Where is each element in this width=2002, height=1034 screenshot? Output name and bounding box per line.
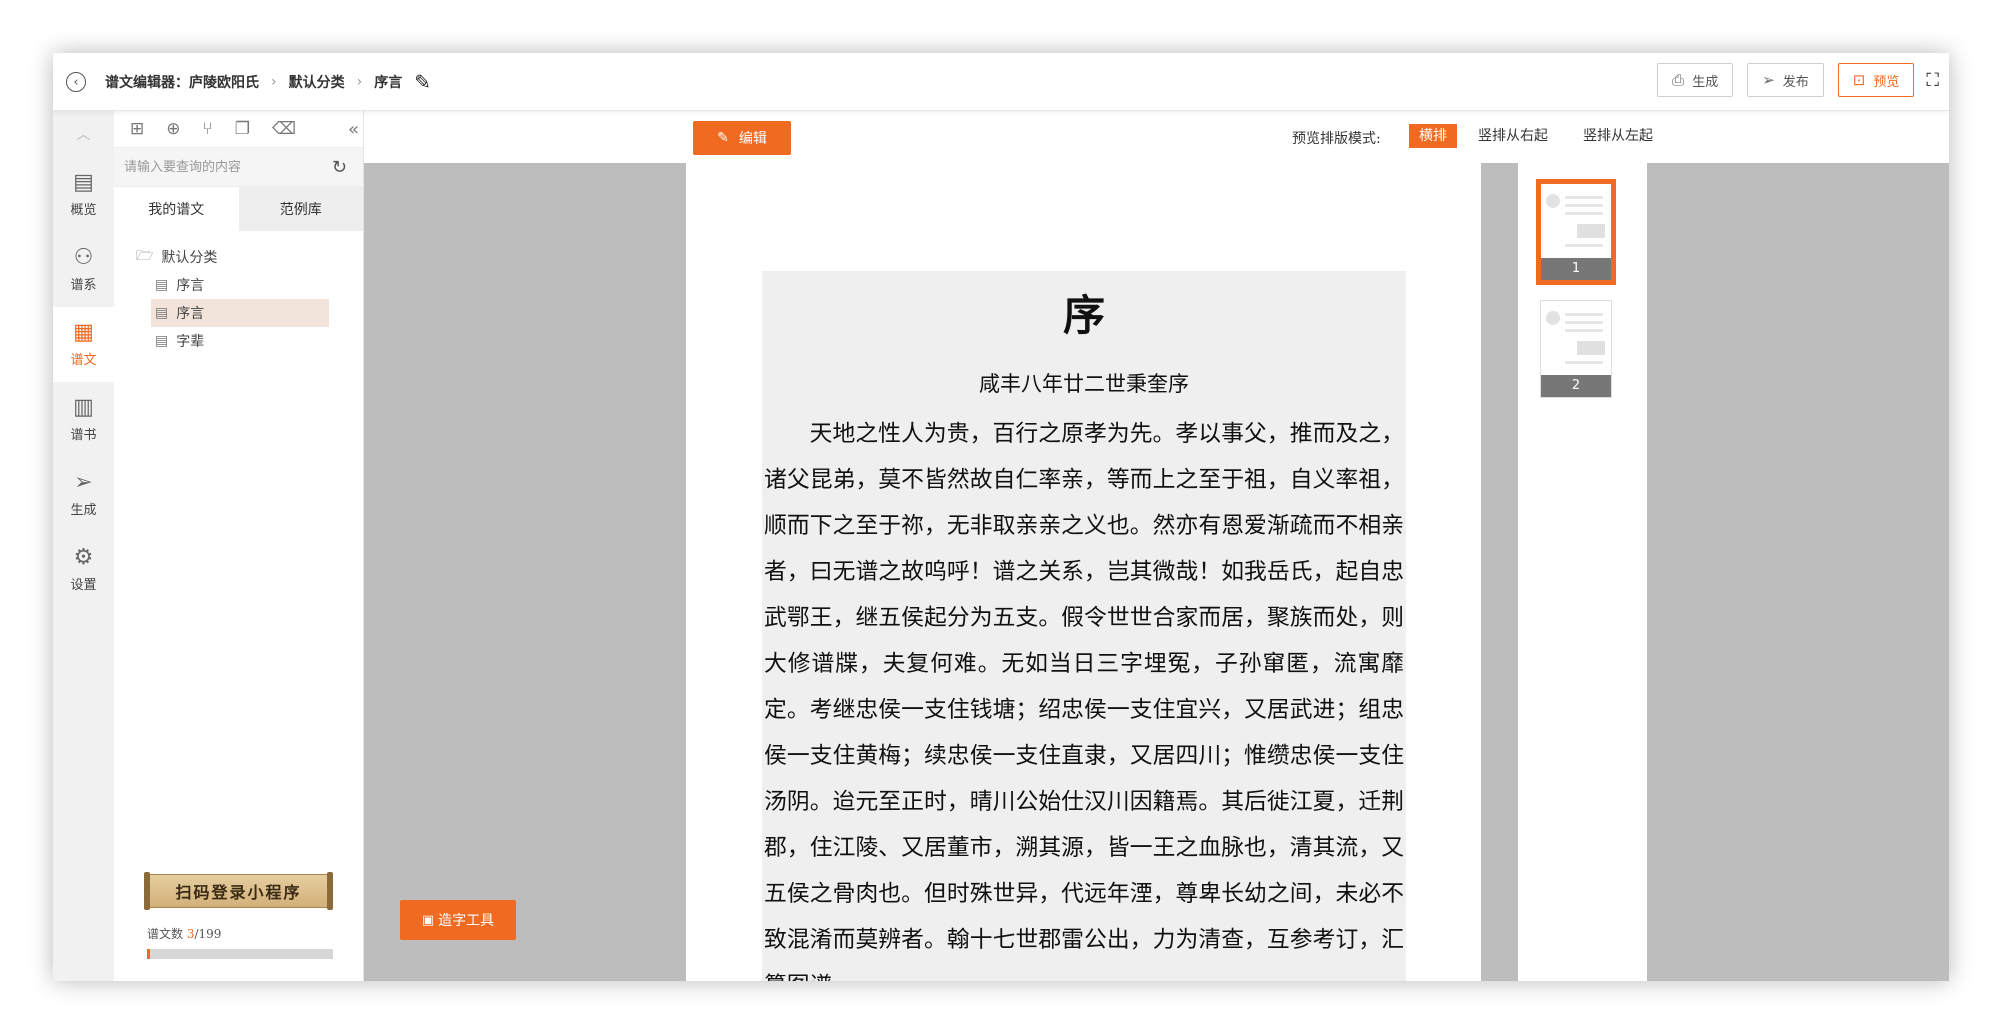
tab-examples[interactable]: 范例库 xyxy=(238,187,363,231)
search-input[interactable] xyxy=(114,148,332,186)
thumb-line xyxy=(1565,212,1603,215)
page-thumbnail[interactable]: 2 xyxy=(1540,300,1612,398)
move-icon[interactable]: ⑂ xyxy=(203,119,213,139)
page-number: 2 xyxy=(1541,375,1611,397)
edit-button[interactable]: ✎ 编辑 xyxy=(693,121,791,155)
document-body: 天地之性人为贵，百行之原孝为先。孝以事父，推而及之，诸父昆弟，莫不皆然故自仁率亲… xyxy=(764,421,1404,981)
generate-button[interactable]: ⎙ 生成 xyxy=(1657,63,1734,97)
file-icon: ▤ xyxy=(155,333,169,349)
back-icon[interactable]: ‹ xyxy=(66,72,86,92)
file-tabs: 我的谱文 范例库 xyxy=(114,187,363,231)
mode-vertical-left[interactable]: 竖排从左起 xyxy=(1573,124,1663,148)
folder-open-icon: 🗁 xyxy=(136,248,154,264)
trash-icon[interactable]: ⌫ xyxy=(272,119,296,139)
tree-file[interactable]: ▤ 字辈 xyxy=(114,327,363,355)
thumb-line xyxy=(1565,204,1603,207)
send-icon: ➢ xyxy=(1762,71,1775,89)
page-thumbnail[interactable]: 1 xyxy=(1536,179,1616,285)
thumb-line xyxy=(1565,321,1603,324)
tab-my-texts[interactable]: 我的谱文 xyxy=(114,187,239,231)
breadcrumb-editor[interactable]: 谱文编辑器：庐陵欧阳氏 xyxy=(105,72,259,92)
fullscreen-icon[interactable]: ⛶ xyxy=(1926,70,1939,91)
preview-icon: ⊡ xyxy=(1852,71,1866,89)
nav-item-generate[interactable]: ➢ 生成 xyxy=(53,457,114,532)
left-nav: ︿ ▤ 概览 ⚇ 谱系 ▦ 谱文 ▥ 谱书 ➢ 生成 ⚙ 设置 xyxy=(53,111,114,981)
tree-icon: ⚇ xyxy=(73,245,94,270)
copy-icon[interactable]: ❐ xyxy=(235,119,250,139)
file-tree: 🗁 默认分类 ▤ 序言 ▤ 序言 ✎ ▤ 字辈 xyxy=(114,231,389,355)
thumb-avatar xyxy=(1546,194,1560,208)
thumb-line xyxy=(1565,244,1603,247)
tree-file[interactable]: ▤ 序言 xyxy=(114,271,363,299)
file-panel: ⊞ ⊕ ⑂ ❐ ⌫ « ↻ 我的谱文 范例库 🗁 默认分类 ▤ 序言 ▤ xyxy=(114,111,389,981)
nav-item-overview[interactable]: ▤ 概览 xyxy=(53,157,114,232)
thumb-avatar xyxy=(1546,311,1560,325)
tool-icon: ▣ xyxy=(421,912,435,928)
collapse-panel-icon[interactable]: « xyxy=(348,119,359,140)
file-icon: ▤ xyxy=(155,305,169,321)
char-creator-button[interactable]: ▣ 造字工具 xyxy=(400,900,516,940)
chevron-up-icon[interactable]: ︿ xyxy=(53,111,114,157)
nav-item-texts[interactable]: ▦ 谱文 xyxy=(53,307,114,382)
mode-horizontal[interactable]: 横排 xyxy=(1409,124,1457,148)
document-subtitle: 咸丰八年廿二世秉奎序 xyxy=(979,372,1189,396)
file-toolbar: ⊞ ⊕ ⑂ ❐ ⌫ « xyxy=(114,111,363,147)
new-file-icon[interactable]: ⊕ xyxy=(166,119,180,139)
chevron-right-icon: › xyxy=(356,74,363,90)
file-icon: ▤ xyxy=(155,277,169,293)
document-title: 序 xyxy=(1062,291,1105,340)
chevron-right-icon: › xyxy=(271,74,277,90)
document-content: 序 咸丰八年廿二世秉奎序 天地之性人为贵，百行之原孝为先。孝以事父，推而及之，诸… xyxy=(762,271,1406,981)
main-area: ✎ 编辑 预览排版模式: 横排 竖排从右起 竖排从左起 序 咸丰八年廿二世秉奎序… xyxy=(364,111,1949,981)
thumb-line xyxy=(1565,329,1603,332)
app-window: ‹ 谱文编辑器：庐陵欧阳氏 › 默认分类 › 序言 ✎ ⎙ 生成 ➢ 发布 ⊡ … xyxy=(53,53,1949,981)
tree-file-selected[interactable]: ▤ 序言 ✎ xyxy=(151,299,389,327)
publish-button[interactable]: ➢ 发布 xyxy=(1747,63,1824,97)
mode-vertical-right[interactable]: 竖排从右起 xyxy=(1468,124,1558,148)
thumb-line xyxy=(1565,313,1603,316)
document-gear-icon: ⎙ xyxy=(1672,71,1685,89)
doc-count-progress-fill xyxy=(147,949,150,959)
preview-page: 序 咸丰八年廿二世秉奎序 天地之性人为贵，百行之原孝为先。孝以事父，推而及之，诸… xyxy=(686,163,1481,981)
miniapp-login-banner[interactable]: 扫码登录小程序 xyxy=(144,872,333,910)
send-icon: ➢ xyxy=(74,470,93,495)
nav-item-lineage[interactable]: ⚇ 谱系 xyxy=(53,232,114,307)
top-bar: ‹ 谱文编辑器：庐陵欧阳氏 › 默认分类 › 序言 ✎ ⎙ 生成 ➢ 发布 ⊡ … xyxy=(53,53,1949,111)
nav-item-settings[interactable]: ⚙ 设置 xyxy=(53,532,114,607)
breadcrumb-category[interactable]: 默认分类 xyxy=(289,72,345,92)
thumb-box xyxy=(1577,341,1605,355)
gear-icon: ⚙ xyxy=(73,545,94,570)
page-thumbnails: 1 2 xyxy=(1518,163,1647,981)
nav-item-book[interactable]: ▥ 谱书 xyxy=(53,382,114,457)
thumb-line xyxy=(1565,196,1603,199)
chart-icon: ▤ xyxy=(73,170,94,195)
document-icon: ▦ xyxy=(73,320,94,345)
preview-button[interactable]: ⊡ 预览 xyxy=(1837,63,1915,97)
thumb-line xyxy=(1565,361,1603,364)
page-number: 1 xyxy=(1541,258,1611,280)
doc-count: 谱文数 3/199 xyxy=(147,927,222,941)
new-folder-icon[interactable]: ⊞ xyxy=(130,119,144,139)
breadcrumb-current: 序言 xyxy=(374,75,403,91)
pencil-icon[interactable]: ✎ xyxy=(414,70,431,94)
mode-bar: ✎ 编辑 预览排版模式: 横排 竖排从右起 竖排从左起 xyxy=(364,111,1949,163)
breadcrumb: 谱文编辑器：庐陵欧阳氏 › 默认分类 › 序言 ✎ xyxy=(105,53,431,111)
layout-mode-label: 预览排版模式: xyxy=(1292,131,1381,147)
book-icon: ▥ xyxy=(73,395,94,420)
refresh-icon[interactable]: ↻ xyxy=(332,157,347,178)
doc-count-progress xyxy=(147,949,333,959)
search-bar: ↻ xyxy=(114,147,363,187)
tree-folder[interactable]: 🗁 默认分类 xyxy=(114,243,363,271)
top-actions: ⎙ 生成 ➢ 发布 ⊡ 预览 ⛶ xyxy=(1643,63,1939,97)
thumb-box xyxy=(1577,224,1605,238)
pencil-icon: ✎ xyxy=(717,130,729,146)
